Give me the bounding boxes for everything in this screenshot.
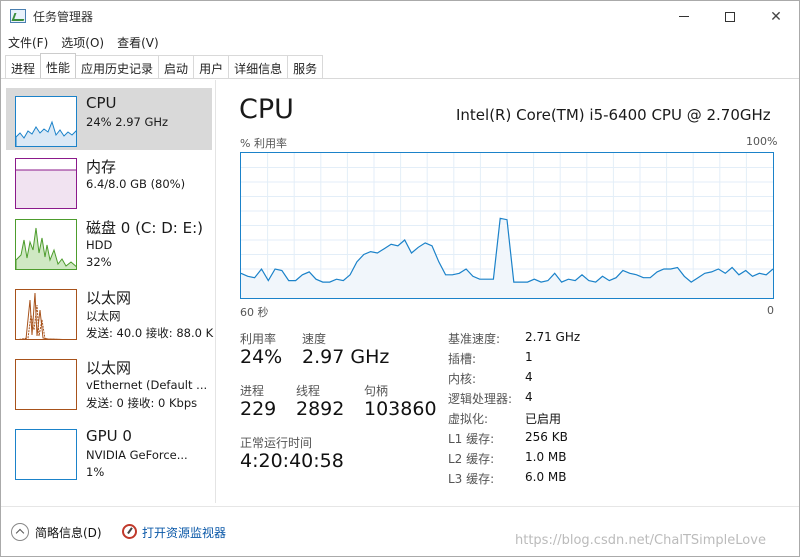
sidebar-item-gpu[interactable]: GPU 0 NVIDIA GeForce... 1% [6,421,212,483]
detail-value: 256 KB [525,430,568,444]
utilization-axis-max: 100% [746,135,778,148]
uptime-value: 4:20:40:58 [240,450,344,472]
detail-value: 4 [525,390,533,404]
detail-key: 虚拟化: [448,412,489,426]
sidebar-cpu-title: CPU [86,94,117,112]
detail-value: 2.71 GHz [525,330,581,344]
gpu-thumbnail [15,429,77,480]
sidebar-memory-usage: 6.4/8.0 GB (80%) [86,177,186,191]
sidebar-disk-title: 磁盘 0 (C: D: E:) [86,219,203,237]
sidebar-gpu-usage: 1% [86,465,105,479]
threads-label: 线程 [296,384,321,398]
task-manager-icon [10,9,26,23]
detail-key: L3 缓存: [448,472,495,486]
menu-options[interactable]: 选项(O) [54,32,110,52]
cpu-model: Intel(R) Core(TM) i5-6400 CPU @ 2.70GHz [456,106,771,124]
sidebar-memory-title: 内存 [86,158,117,176]
bottom-bar: 简略信息(D) 打开资源监视器 https://blog.csdn.net/Ch… [1,506,799,556]
detail-key: L2 缓存: [448,452,495,466]
window-title: 任务管理器 [33,10,94,24]
minimize-button[interactable] [661,1,707,32]
tab-details[interactable]: 详细信息 [228,55,289,78]
speed-label: 速度 [302,332,327,346]
sidebar-ethernet-1-title: 以太网 [86,289,132,307]
detail-value: 6.0 MB [525,470,567,484]
handles-value: 103860 [364,398,437,420]
uptime-label: 正常运行时间 [240,436,313,450]
memory-thumbnail-chart [16,169,76,208]
handles-label: 句柄 [364,384,389,398]
sidebar-item-ethernet-1[interactable]: 以太网 以太网 发送: 40.0 接收: 88.0 K [6,281,214,343]
cpu-utilization-graph [240,152,774,299]
detail-key: L1 缓存: [448,432,495,446]
detail-value: 4 [525,370,533,384]
disk-thumbnail [15,219,77,270]
sidebar-ethernet-1-name: 以太网 [86,309,121,323]
cpu-utilization-chart [240,153,774,298]
resource-sidebar: CPU 24% 2.97 GHz 内存 6.4/8.0 GB (80%) 磁盘 … [1,80,216,503]
detail-value: 已启用 [525,412,562,426]
sidebar-cpu-usage: 24% 2.97 GHz [86,115,169,129]
collapse-icon[interactable] [11,523,29,541]
maximize-button[interactable] [707,1,753,32]
sidebar-gpu-name: NVIDIA GeForce... [86,448,188,462]
sidebar-ethernet-2-rate: 发送: 0 接收: 0 Kbps [86,396,198,410]
ethernet-1-thumbnail-chart [18,292,64,339]
processes-value: 229 [240,398,277,420]
tab-processes[interactable]: 进程 [5,55,42,78]
watermark: https://blog.csdn.net/ChalTSimpleLove [515,533,766,548]
tab-app-history[interactable]: 应用历史记录 [75,55,160,78]
memory-thumbnail [15,158,77,209]
tab-users[interactable]: 用户 [193,55,230,78]
utilization-label: 利用率 [240,332,277,346]
sidebar-disk-type: HDD [86,238,113,252]
menu-bar: 文件(F) 选项(O) 查看(V) [1,32,799,52]
detail-value: 1 [525,350,533,364]
detail-key: 逻辑处理器: [448,392,513,406]
processes-label: 进程 [240,384,265,398]
resource-monitor-icon[interactable] [122,524,137,539]
fewer-details-button[interactable]: 简略信息(D) [35,524,102,541]
threads-value: 2892 [296,398,345,420]
sidebar-item-disk[interactable]: 磁盘 0 (C: D: E:) HDD 32% [6,211,212,273]
page-title: CPU [239,94,294,125]
tab-performance[interactable]: 性能 [40,53,77,78]
time-axis-start: 60 秒 [240,306,269,319]
minimize-icon [679,16,689,17]
menu-file[interactable]: 文件(F) [1,32,54,52]
detail-value: 1.0 MB [525,450,567,464]
sidebar-ethernet-1-rate: 发送: 40.0 接收: 88.0 K [86,326,214,340]
sidebar-item-memory[interactable]: 内存 6.4/8.0 GB (80%) [6,150,212,212]
time-axis-end: 0 [767,304,774,317]
open-resource-monitor-link[interactable]: 打开资源监视器 [142,524,226,541]
cpu-thumbnail [15,96,77,147]
menu-view[interactable]: 查看(V) [110,32,165,52]
tab-startup[interactable]: 启动 [158,55,195,78]
sidebar-item-ethernet-2[interactable]: 以太网 vEthernet (Default ... 发送: 0 接收: 0 K… [6,351,212,413]
disk-thumbnail-chart [16,227,76,269]
ethernet-1-thumbnail [15,289,77,340]
detail-key: 插槽: [448,352,477,366]
tab-bar: 进程 性能 应用历史记录 启动 用户 详细信息 服务 [1,53,799,79]
maximize-icon [725,11,735,22]
title-bar: 任务管理器 ✕ [1,1,799,32]
close-icon: ✕ [770,8,782,25]
detail-key: 基准速度: [448,332,501,346]
sidebar-ethernet-2-title: 以太网 [86,359,132,377]
utilization-value: 24% [240,346,283,368]
sidebar-item-cpu[interactable]: CPU 24% 2.97 GHz [6,88,212,150]
task-manager-window: 任务管理器 ✕ 文件(F) 选项(O) 查看(V) 进程 性能 应用历史记录 启… [0,0,800,557]
utilization-axis-label: % 利用率 [240,137,287,150]
speed-value: 2.97 GHz [302,346,390,368]
close-button[interactable]: ✕ [753,1,799,32]
sidebar-disk-usage: 32% [86,255,112,269]
cpu-thumbnail-chart [16,120,76,146]
sidebar-ethernet-2-name: vEthernet (Default ... [86,378,208,392]
tab-services[interactable]: 服务 [287,55,324,78]
ethernet-2-thumbnail [15,359,77,410]
detail-key: 内核: [448,372,477,386]
sidebar-gpu-title: GPU 0 [86,427,132,445]
